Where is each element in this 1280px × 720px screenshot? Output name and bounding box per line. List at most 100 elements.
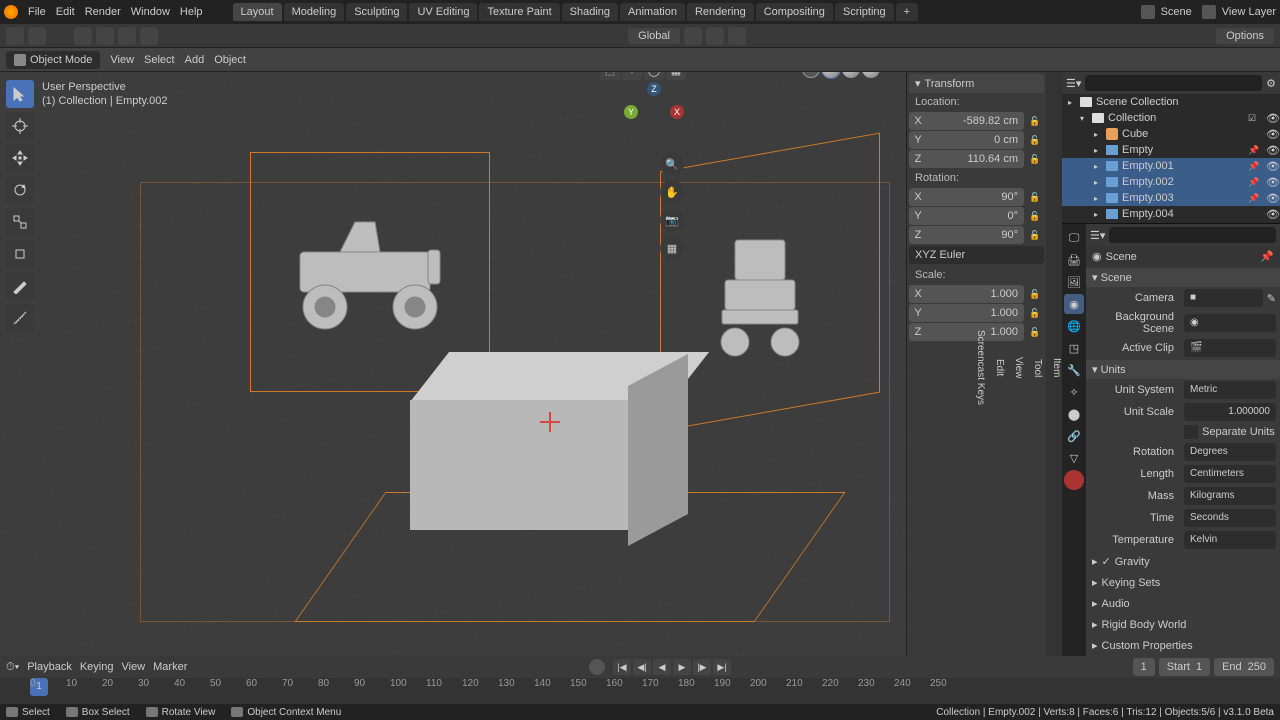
custom-panel[interactable]: ▸ Custom Properties — [1086, 635, 1280, 656]
rigidbody-panel[interactable]: ▸ Rigid Body World — [1086, 614, 1280, 635]
proptab-material[interactable] — [1064, 470, 1084, 490]
tab-animation[interactable]: Animation — [620, 3, 685, 21]
ntab-screencast[interactable]: Screencast Keys — [975, 80, 986, 656]
cursor-tool[interactable] — [6, 112, 34, 140]
rotation-unit-field[interactable]: Degrees — [1184, 443, 1276, 461]
menu-object[interactable]: Object — [214, 54, 246, 66]
tool-option-2[interactable] — [96, 27, 114, 45]
shading-matprev[interactable] — [842, 72, 860, 78]
timeline-marker-menu[interactable]: Marker — [153, 661, 187, 673]
tab-texpaint[interactable]: Texture Paint — [479, 3, 559, 21]
menu-select[interactable]: Select — [144, 54, 175, 66]
tab-compositing[interactable]: Compositing — [756, 3, 833, 21]
menu-view[interactable]: View — [110, 54, 134, 66]
proptab-constraint[interactable]: 🔗 — [1064, 426, 1084, 446]
time-unit-field[interactable]: Seconds — [1184, 509, 1276, 527]
outliner-item-empty[interactable]: ▸Empty📌👁 — [1062, 142, 1280, 158]
annotate-tool[interactable] — [6, 272, 34, 300]
keying-panel[interactable]: ▸ Keying Sets — [1086, 572, 1280, 593]
outliner-scene-collection[interactable]: ▸Scene Collection — [1062, 94, 1280, 110]
ntab-tool[interactable]: Tool — [1032, 80, 1043, 656]
nav-gizmo[interactable]: Z Y X — [624, 82, 684, 142]
select-tool[interactable] — [6, 80, 34, 108]
mode-selector[interactable]: Object Mode — [6, 51, 100, 69]
gizmo-toggle[interactable]: ✦ — [622, 72, 642, 80]
menu-help[interactable]: Help — [180, 6, 203, 18]
outliner-search[interactable] — [1085, 75, 1262, 91]
shading-wire[interactable] — [802, 72, 820, 78]
proptab-output[interactable]: 🖨 — [1064, 250, 1084, 270]
tab-layout[interactable]: Layout — [233, 3, 282, 21]
shading-solid[interactable] — [822, 72, 840, 78]
proptab-particle[interactable]: ✧ — [1064, 382, 1084, 402]
outliner-collection[interactable]: ▾Collection☑👁 — [1062, 110, 1280, 126]
outliner-item-empty002[interactable]: ▸Empty.002📌👁 — [1062, 174, 1280, 190]
default-cube[interactable] — [410, 352, 670, 522]
axis-z-icon[interactable]: Z — [647, 82, 661, 96]
unitscale-field[interactable]: 1.000000 — [1184, 403, 1276, 421]
axis-y-icon[interactable]: Y — [624, 105, 638, 119]
editor-type-selector[interactable] — [6, 27, 24, 45]
options-dropdown[interactable]: Options — [1216, 28, 1274, 44]
gravity-checkbox[interactable]: ✓ — [1102, 555, 1111, 568]
separate-units-checkbox[interactable] — [1184, 425, 1198, 439]
transform-tool[interactable] — [6, 240, 34, 268]
activeclip-field[interactable]: 🎬 — [1184, 339, 1276, 357]
proptab-render[interactable]: 🖵 — [1064, 228, 1084, 248]
tab-modeling[interactable]: Modeling — [284, 3, 345, 21]
measure-tool[interactable] — [6, 304, 34, 332]
timeline-ruler[interactable]: 1 01020304050607080901001101201301401501… — [0, 678, 1280, 704]
scene-selector[interactable]: Scene — [1141, 5, 1192, 19]
play-icon[interactable]: ▶ — [673, 659, 691, 675]
mass-unit-field[interactable]: Kilograms — [1184, 487, 1276, 505]
ntab-edit[interactable]: Edit — [994, 80, 1005, 656]
temp-unit-field[interactable]: Kelvin — [1184, 531, 1276, 549]
prop-type-icon[interactable]: ☰▾ — [1090, 229, 1105, 242]
zoom-icon[interactable]: 🔍 — [660, 152, 684, 176]
xray-toggle[interactable]: ▦ — [666, 72, 686, 80]
timeline-type-icon[interactable]: ⏱▾ — [6, 661, 19, 674]
scale-tool[interactable] — [6, 208, 34, 236]
unitsystem-field[interactable]: Metric — [1184, 381, 1276, 399]
proptab-object[interactable]: ◳ — [1064, 338, 1084, 358]
outliner-item-empty001[interactable]: ▸Empty.001📌👁 — [1062, 158, 1280, 174]
menu-render[interactable]: Render — [85, 6, 121, 18]
audio-panel[interactable]: ▸ Audio — [1086, 593, 1280, 614]
viewlayer-selector[interactable]: View Layer — [1202, 5, 1276, 19]
eyedropper-icon[interactable]: ✎ — [1267, 292, 1276, 305]
jump-end-icon[interactable]: ▶| — [713, 659, 731, 675]
overlay-toggle[interactable]: ◯ — [644, 72, 664, 80]
length-unit-field[interactable]: Centimeters — [1184, 465, 1276, 483]
outliner-filter-icon[interactable]: ⚙ — [1266, 77, 1276, 90]
proptab-physics[interactable]: ⬤ — [1064, 404, 1084, 424]
scene-panel-header[interactable]: ▾ Scene — [1086, 268, 1280, 287]
camera-view-icon[interactable]: 📷 — [660, 208, 684, 232]
snap-toggle[interactable] — [706, 27, 724, 45]
tab-add[interactable]: + — [896, 3, 918, 21]
ntab-item[interactable]: Item — [1051, 80, 1062, 656]
outliner-type-icon[interactable]: ☰▾ — [1066, 77, 1081, 90]
tab-sculpting[interactable]: Sculpting — [346, 3, 407, 21]
proptab-viewlayer[interactable]: 🖼 — [1064, 272, 1084, 292]
tab-uv[interactable]: UV Editing — [409, 3, 477, 21]
tool-option-1[interactable] — [74, 27, 92, 45]
frame-start-field[interactable]: Start1 — [1159, 658, 1210, 676]
camera-field[interactable]: ■ — [1184, 289, 1263, 307]
bgscene-field[interactable]: ◉ — [1184, 314, 1276, 332]
3d-viewport[interactable]: User Perspective (1) Collection | Empty.… — [0, 72, 906, 656]
ntab-view[interactable]: View — [1013, 80, 1024, 656]
rotate-tool[interactable] — [6, 176, 34, 204]
tab-rendering[interactable]: Rendering — [687, 3, 754, 21]
current-frame-field[interactable]: 1 — [1133, 658, 1155, 676]
pan-icon[interactable]: ✋ — [660, 180, 684, 204]
move-tool[interactable] — [6, 144, 34, 172]
select-vis-toggle[interactable]: ⬚ — [600, 72, 620, 80]
tool-option-4[interactable] — [140, 27, 158, 45]
proportional-toggle[interactable] — [728, 27, 746, 45]
tab-shading[interactable]: Shading — [562, 3, 618, 21]
timeline-playback-menu[interactable]: Playback — [27, 661, 72, 673]
timeline-view-menu[interactable]: View — [121, 661, 145, 673]
tab-scripting[interactable]: Scripting — [835, 3, 894, 21]
menu-file[interactable]: File — [28, 6, 46, 18]
units-panel-header[interactable]: ▾ Units — [1086, 360, 1280, 379]
